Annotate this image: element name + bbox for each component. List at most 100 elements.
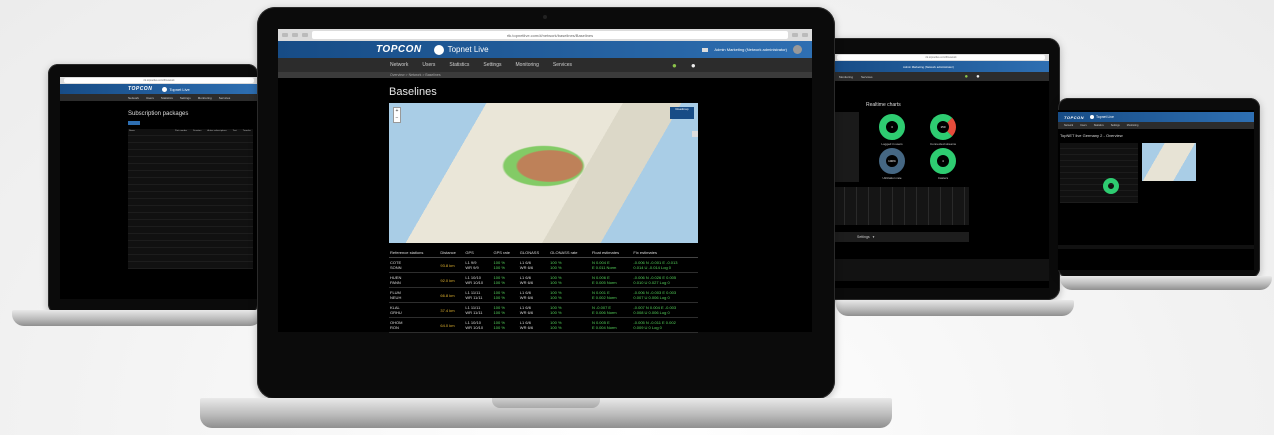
android-icon[interactable]: ● (672, 61, 677, 70)
center-url-bar[interactable]: rtk.topnetlive.com/#/network/baselines/B… (312, 31, 788, 39)
left-nav: Network Users Statistics Settings Monito… (60, 94, 258, 101)
baselines-header-row: Reference stations Distance GPS GPS rate… (389, 248, 698, 258)
cell-fix: -0.005 N -0.011 E 0.002 0.009 U 0 Log 0 (632, 317, 698, 333)
table-row[interactable]: HUEN PANN 92.0 km L1 10/10 WR 10/10 100 % 1… (389, 272, 698, 288)
left-topnet-logo: Topnet Live (162, 86, 190, 92)
table-row[interactable]: KLAL GRHU 37.4 km L1 11/11 WR 11/11 100 % 1… (389, 302, 698, 318)
rm-nav: Monitoring Services ● ● (833, 72, 1049, 81)
tabs-icon[interactable] (802, 33, 808, 37)
baselines-map[interactable]: + − Roadmap (389, 103, 698, 243)
fr-nav-statistics[interactable]: Statistics (1094, 124, 1104, 127)
cell-distance: 66.8 km (439, 287, 465, 303)
overview-info-table (1060, 143, 1138, 203)
col-reference-stations[interactable]: Reference stations (389, 248, 440, 258)
donut-utilization-label: Utilization rate (882, 176, 902, 180)
donut-streams-label: Connected streams (929, 142, 956, 146)
fr-nav-settings[interactable]: Settings (1111, 124, 1120, 127)
cell-fix: -0.007 N 0.004 E -0.003 0.008 U 0.006 Log… (632, 302, 698, 318)
table-row[interactable]: OHOM RON 64.0 km L1 10/10 WR 10/10 100 % 10… (389, 317, 698, 333)
overview-donut (1103, 178, 1119, 194)
avatar[interactable] (793, 45, 802, 54)
product-name: Topnet Live (447, 45, 489, 54)
user-name[interactable]: Admin Marketing (Network administrator) (714, 47, 787, 52)
rm-settings-button[interactable]: Settings (857, 235, 870, 239)
cell-gps: L1 11/11 WR 11/11 (464, 287, 493, 303)
overview-map (1142, 143, 1196, 181)
center-brand-bar: TOPCON Topnet Live Admin Marketing (Netw… (278, 41, 812, 58)
nav-monitoring[interactable]: Monitoring (516, 62, 539, 68)
col-glonass[interactable]: GLONASS (518, 248, 550, 258)
cell-gps-rate: 100 % 100 % (492, 317, 519, 333)
rm-nav-services[interactable]: Services (861, 75, 873, 79)
rm-nav-monitoring[interactable]: Monitoring (839, 75, 853, 79)
laptop-far-right-base (1060, 276, 1272, 290)
cell-distance: 92.0 km (439, 272, 465, 288)
back-icon[interactable] (282, 33, 288, 37)
laptop-far-right-screen: TOPCON Topnet Live Network Users Statist… (1058, 110, 1254, 270)
col-distance[interactable]: Distance (439, 248, 465, 258)
cell-glonass-rate: 100 % 100 % (549, 287, 591, 303)
cell-glonass-rate: 100 % 100 % (549, 272, 591, 288)
realtime-line-chart (833, 187, 969, 225)
col-gps[interactable]: GPS (464, 248, 493, 258)
nav-statistics[interactable]: Statistics (449, 62, 469, 68)
left-nav-users[interactable]: Users (146, 96, 154, 100)
cell-gps: L1 10/10 WR 10/10 (464, 317, 493, 333)
forward-icon[interactable] (292, 33, 298, 37)
nav-services[interactable]: Services (553, 62, 572, 68)
rm-url[interactable]: rtk.topnetlive.com/#/network (837, 55, 1045, 60)
cell-glonass: L1 6/6 WR 6/6 (518, 302, 550, 318)
laptop-center-notch (492, 398, 600, 408)
fr-nav-network[interactable]: Network (1064, 124, 1073, 127)
topnet-live-logo: Topnet Live (433, 44, 489, 55)
left-nav-settings[interactable]: Settings (180, 96, 191, 100)
reload-icon[interactable] (302, 33, 308, 37)
left-nav-monitoring[interactable]: Monitoring (198, 96, 212, 100)
share-icon[interactable] (792, 33, 798, 37)
cell-stations: OHOM RON (389, 317, 440, 333)
fr-nav-monitoring[interactable]: Monitoring (1127, 124, 1139, 127)
page-title: Baselines (389, 86, 437, 98)
rm-apple-icon[interactable]: ● (976, 74, 980, 80)
baselines-table: Reference stations Distance GPS GPS rate… (389, 248, 698, 333)
map-zoom-controls[interactable]: + − (393, 107, 401, 123)
center-nav: Network Users Statistics Settings Monito… (278, 58, 812, 72)
donut-logged-users-value: 3 (891, 125, 893, 129)
left-nav-network[interactable]: Network (128, 96, 139, 100)
laptop-right-mid-base (836, 300, 1074, 316)
col-fix-estimates[interactable]: Fix estimates (632, 248, 698, 258)
breadcrumb[interactable]: Overview > Network > Baselines (278, 72, 812, 78)
cell-gps-rate: 100 % 100 % (492, 302, 519, 318)
cell-fix: -0.006 N -0.001 E -0.013 0.014 U -0.014 L… (632, 257, 698, 273)
cell-distance: 93.8 km (439, 257, 465, 273)
donut-casters-value: 4 (942, 159, 944, 163)
apple-icon[interactable]: ● (691, 61, 696, 70)
col-glonass-rate[interactable]: GLONASS rate (549, 248, 591, 258)
realtime-panel (833, 112, 859, 182)
col-gps-rate[interactable]: GPS rate (492, 248, 519, 258)
cell-gps-rate: 100 % 100 % (492, 287, 519, 303)
left-nav-statistics[interactable]: Statistics (161, 96, 173, 100)
rm-user[interactable]: Admin Marketing (Network administrator) (903, 65, 954, 69)
rm-android-icon[interactable]: ● (965, 74, 969, 80)
map-layer-select[interactable]: Roadmap (670, 107, 694, 119)
nav-users[interactable]: Users (422, 62, 435, 68)
table-row[interactable]: COTE SONN 93.8 km L1 9/9 WR 9/9 100 % 100 %… (389, 257, 698, 273)
cell-glonass: L1 6/6 WR 6/6 (518, 257, 550, 273)
table-row[interactable]: FLUM NEUH 66.8 km L1 11/11 WR 11/11 100 % 1… (389, 287, 698, 303)
left-url[interactable]: rtk.topnetlive.com/#/network (64, 78, 254, 83)
sub-col-transfer: Transfer (242, 130, 251, 132)
cell-glonass-rate: 100 % 100 % (549, 257, 591, 273)
donut-utilization-value: 100% (888, 159, 896, 163)
map-side-button[interactable] (692, 131, 698, 137)
left-topcon-logo: TOPCON (128, 86, 153, 92)
left-nav-services[interactable]: Services (219, 96, 231, 100)
nav-settings[interactable]: Settings (483, 62, 501, 68)
rm-settings-chevron-icon[interactable]: ▾ (873, 235, 875, 239)
cell-glonass-rate: 100 % 100 % (549, 302, 591, 318)
nav-network[interactable]: Network (390, 62, 408, 68)
col-float-estimates[interactable]: Float estimates (590, 248, 633, 258)
fr-nav-users[interactable]: Users (1080, 124, 1087, 127)
cell-fix: -0.006 N -0.026 E 0.005 0.010 U 0.027 Log… (632, 272, 698, 288)
subscriptions-add-button[interactable] (128, 121, 140, 125)
